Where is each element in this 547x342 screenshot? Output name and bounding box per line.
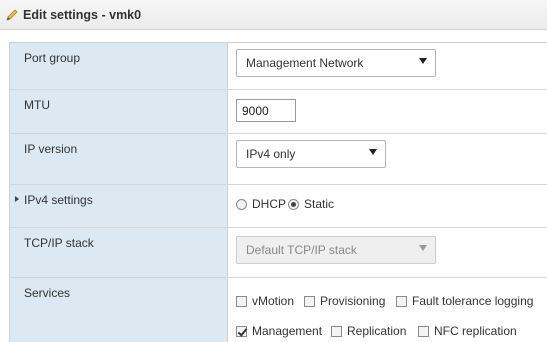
fault-tolerance-logging-label: Fault tolerance logging — [412, 294, 534, 308]
replication-label: Replication — [347, 324, 407, 338]
replication-checkbox[interactable] — [331, 325, 342, 337]
tcpip-stack-select: Default TCP/IP stack — [236, 236, 436, 264]
static-radio-button[interactable] — [288, 198, 299, 210]
ipv4-settings-row: IPv4 settings DHCP Static — [10, 185, 547, 228]
static-radio[interactable]: Static — [288, 197, 334, 211]
tcpip-stack-value: Default TCP/IP stack — [246, 243, 357, 257]
dhcp-label: DHCP — [252, 197, 287, 211]
dialog-title: Edit settings - vmk0 — [23, 7, 142, 22]
port-group-row: Port group Management Network — [10, 43, 547, 90]
service-provisioning[interactable]: Provisioning — [304, 294, 385, 308]
mtu-input[interactable] — [236, 99, 296, 122]
service-fault-tolerance-logging[interactable]: Fault tolerance logging — [396, 294, 533, 308]
ip-version-row: IP version IPv4 only — [10, 134, 547, 185]
vmotion-checkbox[interactable] — [236, 295, 247, 307]
management-checkbox[interactable] — [236, 325, 247, 337]
nfc-replication-label: NFC replication — [434, 324, 517, 338]
tcpip-stack-row: TCP/IP stack Default TCP/IP stack — [10, 228, 547, 278]
settings-form: Port group Management Network MTU IP ver… — [9, 42, 547, 342]
service-management[interactable]: Management — [236, 324, 322, 338]
port-group-label: Port group — [24, 51, 81, 65]
provisioning-checkbox[interactable] — [304, 295, 315, 307]
ip-version-select[interactable]: IPv4 only — [236, 140, 386, 168]
management-label: Management — [252, 324, 323, 338]
dhcp-radio-button[interactable] — [236, 198, 247, 210]
service-vmotion[interactable]: vMotion — [236, 294, 294, 308]
pencil-icon — [5, 8, 19, 22]
services-label: Services — [24, 286, 71, 300]
mtu-row: MTU — [10, 90, 547, 134]
static-label: Static — [304, 197, 335, 211]
ip-version-value: IPv4 only — [246, 147, 296, 161]
dialog-header: Edit settings - vmk0 — [0, 0, 547, 30]
service-replication[interactable]: Replication — [331, 324, 406, 338]
ipv4-settings-label: IPv4 settings — [24, 193, 93, 207]
port-group-select[interactable]: Management Network — [236, 49, 436, 77]
dhcp-radio[interactable]: DHCP — [236, 197, 286, 211]
vmotion-label: vMotion — [252, 294, 295, 308]
dropdown-arrow-icon — [419, 245, 427, 251]
services-row: Services vMotion Provisioning Fault tole… — [10, 278, 547, 342]
provisioning-label: Provisioning — [320, 294, 386, 308]
service-nfc-replication[interactable]: NFC replication — [418, 324, 517, 338]
nfc-replication-checkbox[interactable] — [418, 325, 429, 337]
mtu-label: MTU — [24, 98, 50, 112]
ip-version-label: IP version — [24, 142, 78, 156]
expand-arrow-icon[interactable] — [15, 196, 19, 202]
dropdown-arrow-icon — [369, 149, 377, 155]
dropdown-arrow-icon — [419, 58, 427, 64]
tcpip-stack-label: TCP/IP stack — [24, 236, 94, 250]
fault-tolerance-logging-checkbox[interactable] — [396, 295, 407, 307]
port-group-value: Management Network — [246, 56, 364, 70]
